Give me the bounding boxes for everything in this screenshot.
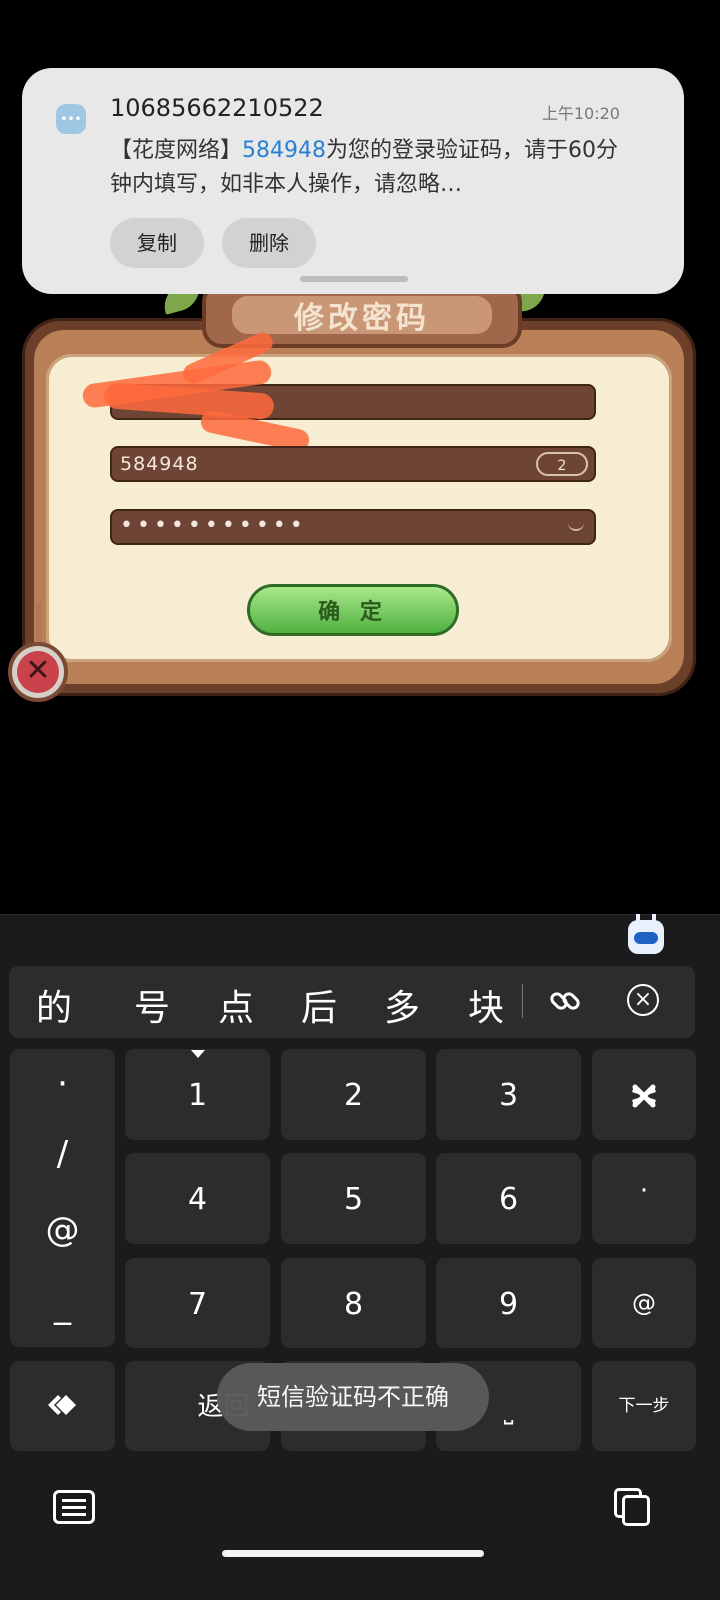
candidate-word[interactable]: 块	[458, 979, 514, 1031]
candidate-bar	[9, 966, 695, 1038]
symbol-key[interactable]: /	[10, 1134, 115, 1174]
key-6[interactable]: 6	[436, 1153, 581, 1244]
key-7[interactable]: 7	[125, 1258, 270, 1348]
sms-code-field[interactable]: 584948 2	[110, 446, 596, 482]
symbol-key[interactable]: _	[10, 1286, 115, 1326]
eye-closed-icon[interactable]	[568, 519, 584, 531]
keyboard-icon[interactable]	[53, 1490, 95, 1524]
dialog-title: 修改密码	[294, 301, 430, 336]
notification-drag-handle[interactable]	[300, 276, 408, 282]
language-switch-key[interactable]	[10, 1361, 115, 1451]
key-9[interactable]: 9	[436, 1258, 581, 1348]
message-icon: •••	[56, 104, 86, 134]
delete-button[interactable]: 删除	[222, 218, 316, 268]
key-4[interactable]: 4	[125, 1153, 270, 1244]
assistant-robot-icon[interactable]	[628, 914, 664, 954]
clipboard-icon[interactable]	[614, 1488, 652, 1526]
dialog-frame	[22, 318, 696, 696]
new-password-field[interactable]: •••••••••••	[110, 509, 596, 545]
candidate-word[interactable]: 的	[26, 979, 82, 1031]
confirm-button[interactable]: 确 定	[247, 584, 459, 636]
change-password-dialog: 修改密码	[22, 279, 696, 696]
rope-decoration	[36, 602, 42, 644]
error-toast: 短信验证码不正确	[217, 1363, 489, 1431]
resend-countdown-button[interactable]: 2	[536, 452, 588, 476]
backspace-key[interactable]	[592, 1049, 696, 1140]
candidate-word[interactable]: 号	[124, 979, 180, 1031]
candidate-word[interactable]: 后	[291, 979, 347, 1031]
notification-time: 上午10:20	[541, 104, 620, 123]
key-8[interactable]: 8	[281, 1258, 426, 1348]
notification-body: 【花度网络】584948为您的登录验证码，请于60分钟内填写，如非本人操作，请忽…	[110, 134, 630, 202]
verification-code[interactable]: 584948	[242, 138, 326, 163]
delete-icon	[632, 1084, 656, 1108]
notification-body-prefix: 【花度网络】	[110, 138, 243, 163]
copy-button[interactable]: 复制	[110, 218, 204, 268]
key-3[interactable]: 3	[436, 1049, 581, 1140]
link-icon[interactable]	[548, 984, 582, 1018]
sms-notification[interactable]: ••• 10685662210522 上午10:20 【花度网络】584948为…	[22, 68, 684, 294]
clear-candidates-icon[interactable]: ×	[627, 984, 659, 1016]
symbol-key[interactable]: ·	[10, 1064, 115, 1104]
next-key[interactable]: 下一步	[592, 1361, 696, 1451]
symbol-key[interactable]: @	[10, 1210, 115, 1250]
caret-down-icon	[191, 1050, 205, 1058]
at-key[interactable]: @	[592, 1258, 696, 1348]
sms-code-value: 584948	[120, 453, 199, 475]
candidate-word[interactable]: 多	[374, 979, 430, 1031]
close-button[interactable]: ✕	[8, 642, 68, 702]
home-indicator[interactable]	[222, 1550, 484, 1557]
notification-sender: 10685662210522	[110, 94, 324, 122]
close-icon: ✕	[17, 651, 59, 693]
switch-icon	[48, 1395, 76, 1415]
dot-key[interactable]: ·	[592, 1153, 696, 1244]
candidate-separator	[522, 984, 523, 1018]
key-5[interactable]: 5	[281, 1153, 426, 1244]
key-2[interactable]: 2	[281, 1049, 426, 1140]
candidate-word[interactable]: 点	[208, 979, 264, 1031]
key-1[interactable]: 1	[125, 1049, 270, 1140]
password-mask: •••••••••••	[120, 513, 307, 538]
